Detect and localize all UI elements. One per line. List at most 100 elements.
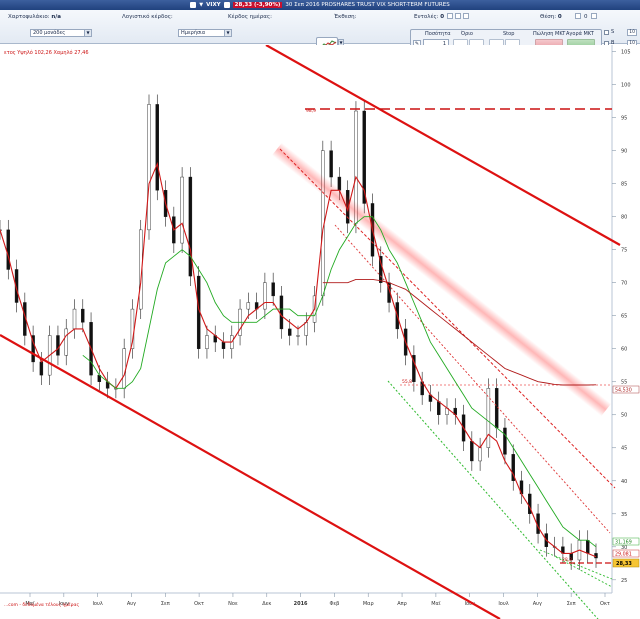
candle-body xyxy=(437,401,441,415)
units-select[interactable]: 200 μονάδες ▼ xyxy=(30,29,92,37)
chevron-down-icon: ▼ xyxy=(84,30,91,36)
y-tick-label: 65 xyxy=(621,314,627,320)
price-chart[interactable]: 105 100 95 90 85 80 75 70 65 60 55 50 45 40 35 30 25 Μαϊ… xyxy=(0,44,640,619)
x-tick-label: Αυγ xyxy=(127,601,136,607)
portfolio-value: n/a xyxy=(51,14,61,20)
exposure-label: Έκθεση: xyxy=(334,14,357,20)
candle-body xyxy=(486,388,491,448)
accounting-profit-label: Λογιστικό κέρδος: xyxy=(122,14,173,20)
candle-body xyxy=(279,295,284,330)
candle-body xyxy=(494,388,499,429)
candle-body xyxy=(329,150,333,178)
position-value: 0 xyxy=(557,14,562,20)
y-tick-label: 95 xyxy=(621,116,627,122)
x-tick-label: Φεβ xyxy=(329,601,339,607)
info-icon[interactable] xyxy=(223,2,230,8)
footer-note: ...com - δεδομένα τέλους ημέρας xyxy=(4,601,79,608)
candle-body xyxy=(39,361,44,376)
candle-body xyxy=(155,104,159,191)
ma-price-tag-text: 54,530 xyxy=(615,388,632,394)
y-tick-label: 90 xyxy=(621,149,627,155)
side-s-label: S xyxy=(611,29,615,35)
candle-body xyxy=(188,176,193,277)
candle-body xyxy=(304,322,308,336)
limit-label: Όριο xyxy=(461,31,473,37)
portfolio-label: Χαρτοφυλάκιο: n/a xyxy=(8,14,61,20)
x-tick-label: Δεκ xyxy=(262,601,271,607)
x-tick-label: Απρ xyxy=(397,601,407,607)
filter-checkbox-2[interactable] xyxy=(455,13,461,19)
x-tick-label: Ιουλ xyxy=(498,601,508,607)
x-tick-label: 2016 xyxy=(294,601,308,607)
position-checkbox-2[interactable] xyxy=(591,13,597,19)
price-change-badge: 28,33 (-3,90%) xyxy=(232,2,283,8)
candle-body xyxy=(288,328,292,336)
position-label: Θέση: 0 xyxy=(540,14,562,20)
candle-body xyxy=(56,335,60,356)
x-tick-label: Μαϊ xyxy=(431,601,441,607)
y-tick-label: 75 xyxy=(621,248,627,254)
x-tick-label: Σεπ xyxy=(161,601,170,607)
candle-body xyxy=(586,539,590,554)
instrument-description: 30 Σεπ 2016 PROSHARES TRUST VIX SHORT-TE… xyxy=(285,2,450,8)
y-tick-label: 100 xyxy=(621,83,631,89)
last-price-tag-text: 28,33 xyxy=(616,561,632,567)
chart-info-label: ετος Υψηλό 102,26 Χαμηλό 27,46 xyxy=(4,49,89,56)
y-tick-label: 40 xyxy=(621,479,627,485)
y-tick-label: 45 xyxy=(621,446,627,452)
x-tick-label: Μαρ xyxy=(363,601,374,607)
candle-body xyxy=(503,427,507,455)
filter-checkbox-3[interactable] xyxy=(463,13,469,19)
y-tick-label: 55 xyxy=(621,380,627,386)
y-tick-label: 25 xyxy=(621,578,627,584)
candle-body xyxy=(64,328,68,356)
candle-body xyxy=(180,176,184,244)
x-tick-label: Νοε xyxy=(228,601,238,607)
candle-body xyxy=(6,229,10,270)
high-level-label: 98,9 xyxy=(306,108,316,114)
candle-body xyxy=(81,308,85,323)
symbol-label[interactable]: VIXY xyxy=(206,2,221,8)
daily-profit-label: Κέρδος ημέρας: xyxy=(228,14,272,20)
side-s-checkbox[interactable] xyxy=(604,30,609,35)
candle-body xyxy=(246,302,251,310)
sell-mkt-label: Πώληση MKT xyxy=(533,31,566,37)
x-tick-label: Σεπ xyxy=(567,601,576,607)
mid-level-label: 55,8 xyxy=(402,379,412,385)
low-level-label: 28,3 xyxy=(562,557,572,563)
chevron-down-icon: ▼ xyxy=(224,30,231,36)
green-price-tag-text: 31,169 xyxy=(615,540,632,546)
x-tick-label: Οκτ xyxy=(600,601,610,607)
y-tick-label: 35 xyxy=(621,512,627,518)
symbol-dropdown-icon[interactable]: ▼ xyxy=(199,2,203,8)
buy-mkt-label: Αγορά MKT xyxy=(566,31,594,37)
filter-checkbox-1[interactable] xyxy=(447,13,453,19)
y-tick-label: 70 xyxy=(621,281,627,287)
orders-label: Εντολές: 0 xyxy=(414,14,445,20)
stop-label: Stop xyxy=(503,31,515,37)
y-tick-label: 105 xyxy=(621,50,631,56)
candle-body xyxy=(470,440,474,462)
x-tick-label: Οκτ xyxy=(194,601,204,607)
side-s-field[interactable]: 10 xyxy=(627,29,637,36)
orders-value: 0 xyxy=(440,14,445,20)
chart-canvas[interactable]: 105100959085807570656055504540353025 Μαϊ… xyxy=(0,44,640,619)
position-extra: 0 xyxy=(584,14,588,20)
candle-body xyxy=(147,104,151,231)
quantity-label: Ποσότητα xyxy=(425,31,451,37)
x-tick-label: Αυγ xyxy=(533,601,542,607)
candle-body xyxy=(478,447,482,462)
title-bar: ▼ VIXY 28,33 (-3,90%) 30 Σεπ 2016 PROSHA… xyxy=(0,0,640,10)
y-tick-label: 60 xyxy=(621,347,627,353)
candle-body xyxy=(72,308,77,330)
y-tick-label: 85 xyxy=(621,182,627,188)
candle-body xyxy=(205,335,209,349)
candle-body xyxy=(271,282,275,297)
candle-body xyxy=(221,341,226,349)
y-tick-label: 50 xyxy=(621,413,627,419)
x-tick-label: Ιουλ xyxy=(92,601,102,607)
period-select[interactable]: Ημερήσια ▼ xyxy=(178,29,232,37)
candle-body xyxy=(122,348,126,389)
toolbar: Χαρτοφυλάκιο: n/a Λογιστικό κέρδος: Κέρδ… xyxy=(0,10,640,53)
position-checkbox-1[interactable] xyxy=(575,13,581,19)
